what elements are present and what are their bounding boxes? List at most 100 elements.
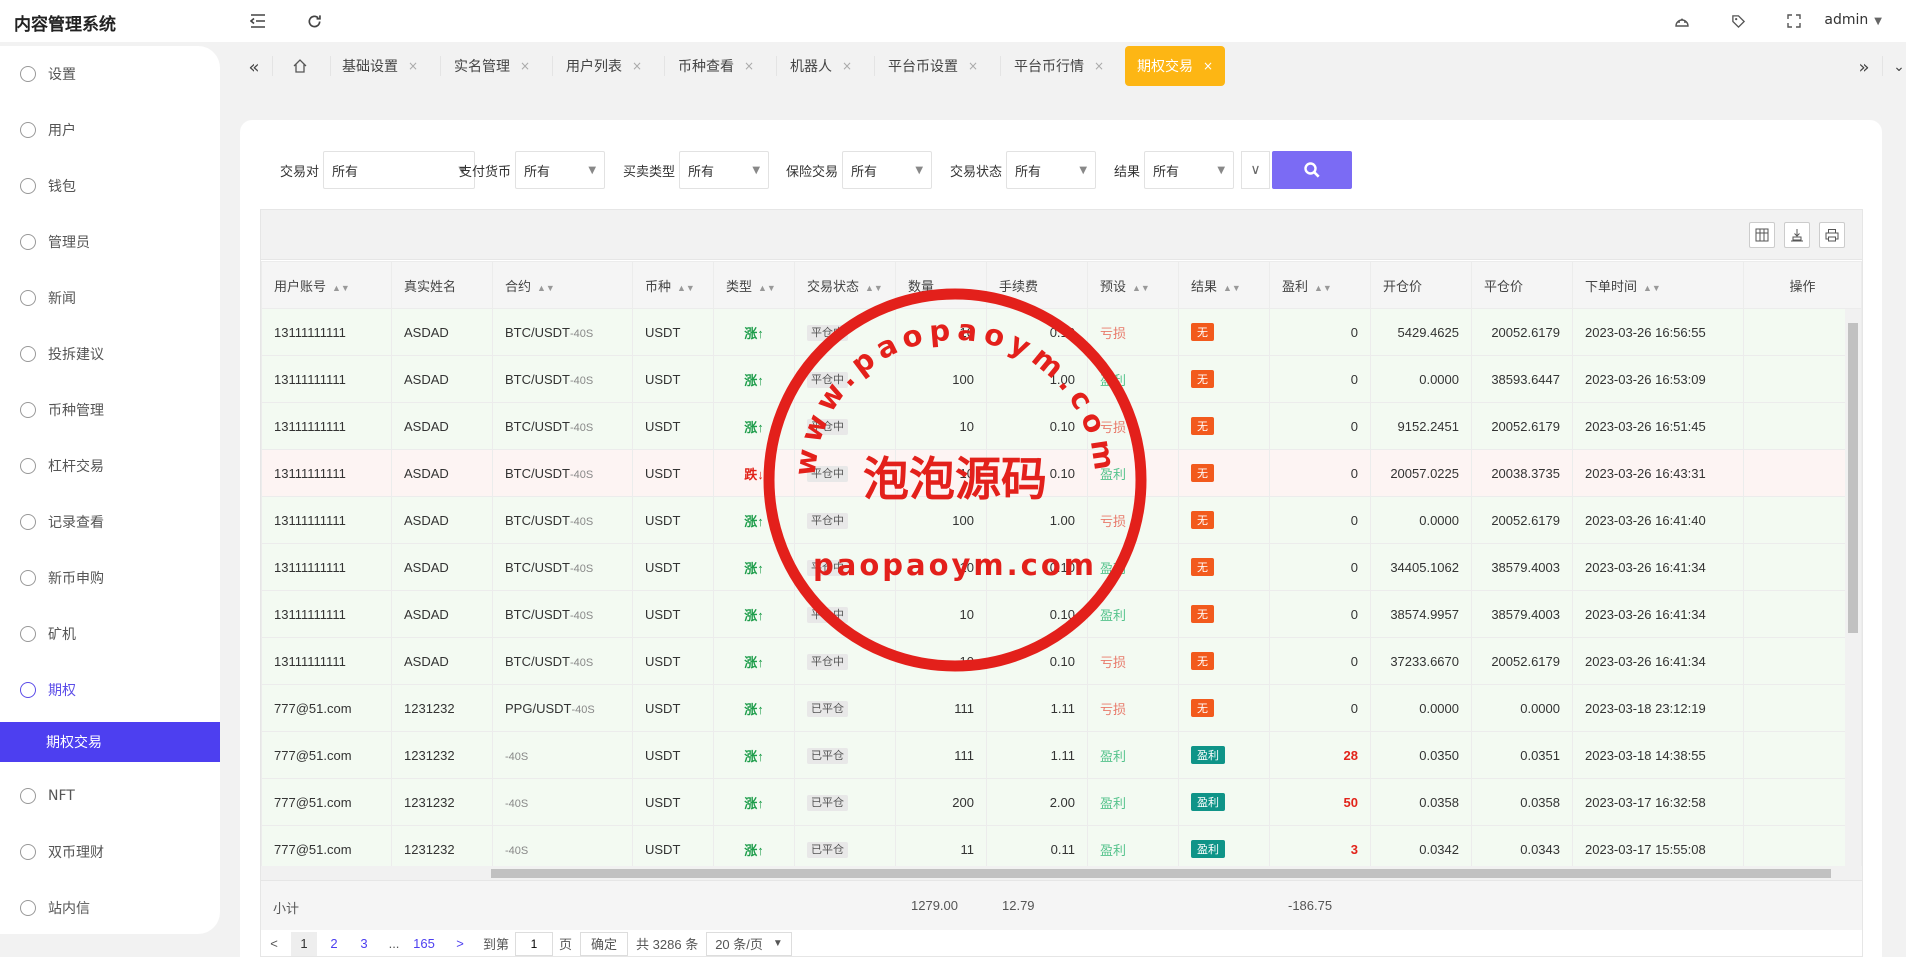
col-pnl[interactable]: 盈利 ▲▼ — [1269, 261, 1371, 309]
col-coin[interactable]: 币种 ▲▼ — [632, 261, 714, 309]
tab-robot[interactable]: 机器人 × — [790, 46, 852, 86]
sort-icon[interactable]: ▲▼ — [865, 283, 883, 293]
close-icon[interactable]: × — [744, 59, 754, 73]
cell-status: 平仓中 — [794, 402, 896, 450]
sidebar-item-options[interactable]: 期权 — [0, 670, 220, 710]
expand-filters-button[interactable]: ∨ — [1241, 151, 1270, 189]
export-icon[interactable] — [1784, 222, 1810, 248]
sort-icon[interactable]: ▲▼ — [1643, 283, 1661, 293]
tab-options-trading[interactable]: 期权交易 × — [1125, 46, 1226, 86]
pair-select[interactable]: 所有 ▼ — [323, 151, 476, 189]
cell-close-price: 20052.6179 — [1471, 637, 1573, 685]
close-icon[interactable]: × — [842, 59, 852, 73]
sidebar-item-label: 钱包 — [48, 179, 76, 195]
sidebar-item-settings[interactable]: 设置 — [0, 54, 220, 94]
sidebar-item-dual-finance[interactable]: 双币理财 — [0, 832, 220, 872]
cell-contract: BTC/USDT-40S — [492, 402, 633, 450]
tab-basic-settings[interactable]: 基础设置 × — [342, 46, 418, 86]
status-select[interactable]: 所有 ▼ — [1006, 151, 1097, 189]
refresh-icon[interactable] — [303, 10, 325, 32]
col-preset[interactable]: 预设 ▲▼ — [1087, 261, 1179, 309]
result-select[interactable]: 所有 ▼ — [1144, 151, 1235, 189]
page-2[interactable]: 2 — [321, 932, 347, 956]
tab-home[interactable] — [292, 46, 308, 86]
col-order-time[interactable]: 下单时间 ▲▼ — [1572, 261, 1744, 309]
page-3[interactable]: 3 — [351, 932, 377, 956]
tab-menu-chevron-icon[interactable]: ⌄ — [1886, 54, 1906, 80]
fullscreen-icon[interactable] — [1783, 10, 1805, 32]
col-contract[interactable]: 合约 ▲▼ — [492, 261, 633, 309]
tab-coin-view[interactable]: 币种查看 × — [678, 46, 754, 86]
sidebar-subitem-options-trading[interactable]: 期权交易 — [0, 722, 220, 762]
contract-period: -40S — [570, 609, 594, 622]
close-icon[interactable]: × — [520, 59, 530, 73]
next-page-button[interactable]: > — [447, 932, 473, 956]
col-result[interactable]: 结果 ▲▼ — [1178, 261, 1270, 309]
horizontal-scrollbar[interactable] — [261, 866, 1862, 880]
search-button[interactable] — [1272, 151, 1352, 189]
contract-pair: BTC/USDT — [505, 371, 570, 387]
tag-icon[interactable] — [1727, 10, 1749, 32]
close-icon[interactable]: × — [632, 59, 642, 73]
tab-realname[interactable]: 实名管理 × — [454, 46, 530, 86]
collapse-menu-icon[interactable] — [247, 10, 269, 32]
sidebar-item-news[interactable]: 新闻 — [0, 278, 220, 318]
cell-qty: 10 — [895, 543, 987, 591]
print-icon[interactable] — [1819, 222, 1845, 248]
sidebar-item-admins[interactable]: 管理员 — [0, 222, 220, 262]
col-status[interactable]: 交易状态 ▲▼ — [794, 261, 896, 309]
cell-order-time: 2023-03-26 16:53:09 — [1572, 355, 1744, 403]
page-size-select[interactable]: 20 条/页 ▼ — [706, 931, 792, 956]
sort-icon[interactable]: ▲▼ — [758, 283, 776, 293]
tab-scroll-left-icon[interactable]: « — [241, 54, 267, 80]
prev-page-button[interactable]: < — [261, 932, 287, 956]
sidebar-item-messages[interactable]: 站内信 — [0, 888, 220, 928]
sidebar-item-miner[interactable]: 矿机 — [0, 614, 220, 654]
cell-order-time: 2023-03-18 23:12:19 — [1572, 684, 1744, 732]
col-account[interactable]: 用户账号 ▲▼ — [261, 261, 392, 309]
sidebar-item-records[interactable]: 记录查看 — [0, 502, 220, 542]
page-1[interactable]: 1 — [291, 931, 317, 956]
tab-scroll-right-icon[interactable]: » — [1851, 54, 1877, 80]
sort-icon[interactable]: ▲▼ — [1314, 283, 1332, 293]
insurance-select[interactable]: 所有 ▼ — [842, 151, 933, 189]
sidebar-item-coins[interactable]: 币种管理 — [0, 390, 220, 430]
sidebar-item-ipo[interactable]: 新币申购 — [0, 558, 220, 598]
vertical-scrollbar[interactable] — [1845, 309, 1861, 866]
direction-label: 涨↑ — [744, 842, 764, 858]
sort-icon[interactable]: ▲▼ — [1223, 283, 1241, 293]
columns-icon[interactable] — [1749, 222, 1775, 248]
cell-result: 无 — [1178, 355, 1270, 403]
contract-period: -40S — [571, 703, 595, 716]
close-icon[interactable]: × — [968, 59, 978, 73]
close-icon[interactable]: × — [1203, 59, 1213, 73]
goto-confirm-button[interactable]: 确定 — [580, 931, 629, 956]
col-type[interactable]: 类型 ▲▼ — [713, 261, 795, 309]
close-icon[interactable]: × — [408, 59, 418, 73]
sort-icon[interactable]: ▲▼ — [1132, 283, 1150, 293]
sidebar-item-wallet[interactable]: 钱包 — [0, 166, 220, 206]
tab-user-list[interactable]: 用户列表 × — [566, 46, 642, 86]
sort-icon[interactable]: ▲▼ — [537, 283, 555, 293]
tab-platform-coin-settings[interactable]: 平台币设置 × — [888, 46, 978, 86]
page-last[interactable]: 165 — [411, 932, 437, 956]
cell-contract: BTC/USDT-40S — [492, 308, 633, 356]
scrollbar-thumb[interactable] — [491, 869, 1831, 878]
tab-label: 基础设置 — [342, 59, 398, 75]
sidebar-item-nft[interactable]: NFT — [0, 776, 220, 816]
scrollbar-thumb[interactable] — [1848, 323, 1858, 633]
theme-icon[interactable] — [1671, 10, 1693, 32]
sidebar-item-feedback[interactable]: 投拆建议 — [0, 334, 220, 374]
sidebar-item-users[interactable]: 用户 — [0, 110, 220, 150]
user-menu[interactable]: admin ▼ — [1824, 12, 1882, 28]
goto-page-input[interactable] — [515, 931, 554, 956]
pay-currency-select[interactable]: 所有 ▼ — [515, 151, 606, 189]
sort-icon[interactable]: ▲▼ — [677, 283, 695, 293]
sort-icon[interactable]: ▲▼ — [332, 283, 350, 293]
result-badge: 无 — [1191, 464, 1214, 482]
sidebar-item-leverage[interactable]: 杠杆交易 — [0, 446, 220, 486]
cell-realname: 1231232 — [391, 778, 493, 826]
tab-platform-coin-market[interactable]: 平台币行情 × — [1014, 46, 1104, 86]
close-icon[interactable]: × — [1094, 59, 1104, 73]
side-select[interactable]: 所有 ▼ — [679, 151, 770, 189]
